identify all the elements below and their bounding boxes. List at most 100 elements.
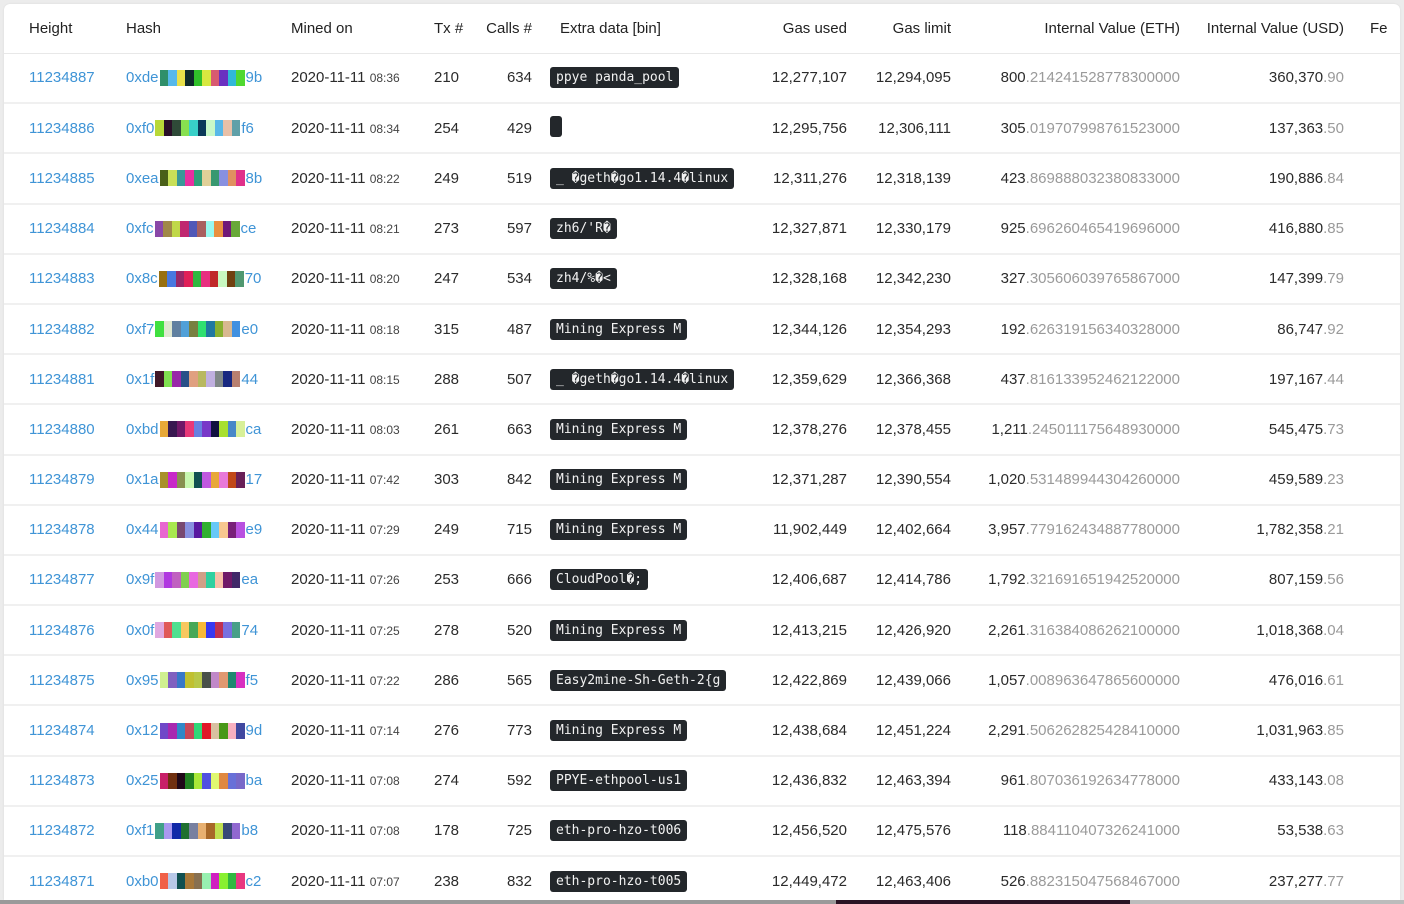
hash-prefix: 0x1a	[126, 471, 159, 489]
table-row[interactable]: 11234876 0x0f 74 2020-11-11 07:25 278 52…	[4, 605, 1400, 657]
column-header-height[interactable]: Height	[4, 4, 126, 54]
table-row[interactable]: 11234878 0x44 e9 2020-11-11 07:29 249 71…	[4, 504, 1400, 556]
column-header-internal-value-usd[interactable]: Internal Value (USD)	[1180, 4, 1344, 54]
block-hash-link[interactable]: 0x9f ea	[126, 571, 258, 588]
block-hash-link[interactable]: 0xf1 b8	[126, 822, 258, 839]
gas-limit: 12,402,664	[875, 521, 951, 539]
block-hash-link[interactable]: 0x1a 17	[126, 471, 262, 488]
table-row[interactable]: 11234883 0x8c 70 2020-11-11 08:20 247 53…	[4, 253, 1400, 305]
hash-suffix: ba	[245, 772, 263, 790]
usd-value-decimals: .73	[1323, 420, 1344, 438]
block-hash-link[interactable]: 0xde 9b	[126, 69, 262, 86]
calls-count: 832	[506, 872, 532, 890]
extra-data-badge	[550, 115, 562, 137]
block-hash-link[interactable]: 0xf0 f6	[126, 120, 254, 137]
eth-value-decimals: .884110407326241000	[1026, 822, 1180, 840]
column-header-mined-on[interactable]: Mined on	[291, 4, 434, 54]
block-height-link[interactable]: 11234873	[29, 772, 95, 789]
block-hash-link[interactable]: 0xbd ca	[126, 421, 261, 438]
gas-used: 11,902,449	[773, 521, 847, 539]
column-header-gas-limit[interactable]: Gas limit	[847, 4, 951, 54]
block-height-link[interactable]: 11234884	[29, 220, 95, 237]
hash-color-swatch	[223, 120, 232, 137]
table-row[interactable]: 11234873 0x25 ba 2020-11-11 07:08 274 59…	[4, 755, 1400, 807]
block-hash-link[interactable]: 0x1f 44	[126, 371, 258, 388]
block-hash-link[interactable]: 0x8c 70	[126, 270, 261, 287]
block-height-link[interactable]: 11234877	[29, 571, 95, 588]
table-row[interactable]: 11234880 0xbd ca 2020-11-11 08:03 261 66…	[4, 404, 1400, 456]
table-row[interactable]: 11234879 0x1a 17 2020-11-11 07:42 303 84…	[4, 454, 1400, 506]
hash-color-swatch	[227, 722, 237, 739]
block-height-link[interactable]: 11234881	[29, 371, 95, 388]
hash-color-swatch	[180, 371, 190, 388]
table-row[interactable]: 11234875 0x95 f5 2020-11-11 07:22 286 56…	[4, 655, 1400, 707]
block-hash-link[interactable]: 0x44 e9	[126, 521, 262, 538]
block-hash-link[interactable]: 0xea 8b	[126, 170, 262, 187]
table-row[interactable]: 11234874 0x12 9d 2020-11-11 07:14 276 77…	[4, 705, 1400, 757]
hash-color-swatch	[227, 672, 237, 689]
block-height-link[interactable]: 11234876	[29, 622, 95, 639]
block-hash-link[interactable]: 0x0f 74	[126, 622, 258, 639]
calls-count: 597	[506, 220, 532, 238]
block-hash-link[interactable]: 0x25 ba	[126, 772, 262, 789]
mined-time: 08:36	[369, 71, 400, 86]
column-header-tx-count[interactable]: Tx #	[434, 4, 484, 54]
table-row[interactable]: 11234871 0xb0 c2 2020-11-11 07:07 238 83…	[4, 856, 1400, 900]
block-height-link[interactable]: 11234871	[29, 873, 95, 890]
hash-color-swatch	[219, 672, 228, 689]
column-header-extra-data[interactable]: Extra data [bin]	[544, 4, 754, 54]
block-hash-link[interactable]: 0x12 9d	[126, 722, 262, 739]
column-header-hash[interactable]: Hash	[126, 4, 291, 54]
usd-value-integer: 237,277	[1268, 872, 1324, 890]
eth-value-decimals: .816133952462122000	[1025, 370, 1180, 388]
block-height-link[interactable]: 11234880	[29, 421, 95, 438]
table-row[interactable]: 11234877 0x9f ea 2020-11-11 07:26 253 66…	[4, 554, 1400, 607]
block-height-link[interactable]: 11234879	[29, 471, 95, 488]
hash-prefix: 0x44	[126, 521, 159, 539]
hash-color-swatch	[155, 371, 164, 388]
block-height-link[interactable]: 11234878	[29, 521, 95, 538]
column-header-calls-count[interactable]: Calls #	[484, 4, 544, 54]
tx-count: 276	[434, 722, 460, 740]
block-height-link[interactable]: 11234886	[29, 120, 95, 137]
hash-color-swatch	[168, 722, 177, 739]
hash-color-swatch	[197, 120, 207, 137]
block-height-link[interactable]: 11234875	[29, 672, 95, 689]
hash-color-swatch	[231, 822, 241, 839]
gas-used: 12,327,871	[771, 220, 847, 238]
eth-value-integer: 1,792	[988, 571, 1026, 589]
hash-color-swatch	[210, 772, 220, 789]
table-row[interactable]: 11234882 0xf7 e0 2020-11-11 08:18 315 48…	[4, 303, 1400, 356]
block-height-link[interactable]: 11234882	[29, 321, 95, 338]
table-row[interactable]: 11234886 0xf0 f6 2020-11-11 08:34 254 42…	[4, 103, 1400, 155]
block-height-link[interactable]: 11234874	[29, 722, 95, 739]
hash-color-swatches	[159, 170, 245, 187]
block-hash-link[interactable]: 0xfc ce	[126, 220, 256, 237]
hash-color-swatch	[206, 571, 215, 588]
hash-color-swatch	[197, 622, 207, 639]
usd-value-decimals: .08	[1323, 772, 1344, 790]
column-header-internal-value-eth[interactable]: Internal Value (ETH)	[951, 4, 1180, 54]
column-header-fee[interactable]: Fe	[1344, 4, 1400, 54]
hash-color-swatch	[236, 772, 245, 789]
hash-prefix: 0xbd	[126, 420, 159, 438]
hash-color-swatch	[236, 873, 245, 890]
block-hash-link[interactable]: 0xb0 c2	[126, 873, 261, 890]
table-row[interactable]: 11234885 0xea 8b 2020-11-11 08:22 249 51…	[4, 153, 1400, 205]
hash-color-swatch	[163, 571, 173, 588]
block-hash-link[interactable]: 0xf7 e0	[126, 321, 258, 338]
column-header-gas-used[interactable]: Gas used	[754, 4, 847, 54]
table-row[interactable]: 11234872 0xf1 b8 2020-11-11 07:08 178 72…	[4, 805, 1400, 858]
block-height-link[interactable]: 11234885	[29, 170, 95, 187]
table-row[interactable]: 11234887 0xde 9b 2020-11-11 08:36 210 63…	[4, 53, 1400, 105]
tx-count: 303	[434, 471, 460, 489]
block-hash-link[interactable]: 0x95 f5	[126, 672, 258, 689]
block-height-link[interactable]: 11234887	[29, 69, 95, 86]
table-row[interactable]: 11234884 0xfc ce 2020-11-11 08:21 273 59…	[4, 203, 1400, 255]
calls-count: 592	[506, 772, 532, 790]
table-row[interactable]: 11234881 0x1f 44 2020-11-11 08:15 288 50…	[4, 354, 1400, 406]
block-height-link[interactable]: 11234872	[29, 822, 95, 839]
block-height-link[interactable]: 11234883	[29, 270, 95, 287]
gas-limit: 12,378,455	[875, 420, 951, 438]
mined-date: 2020-11-11	[291, 370, 366, 388]
